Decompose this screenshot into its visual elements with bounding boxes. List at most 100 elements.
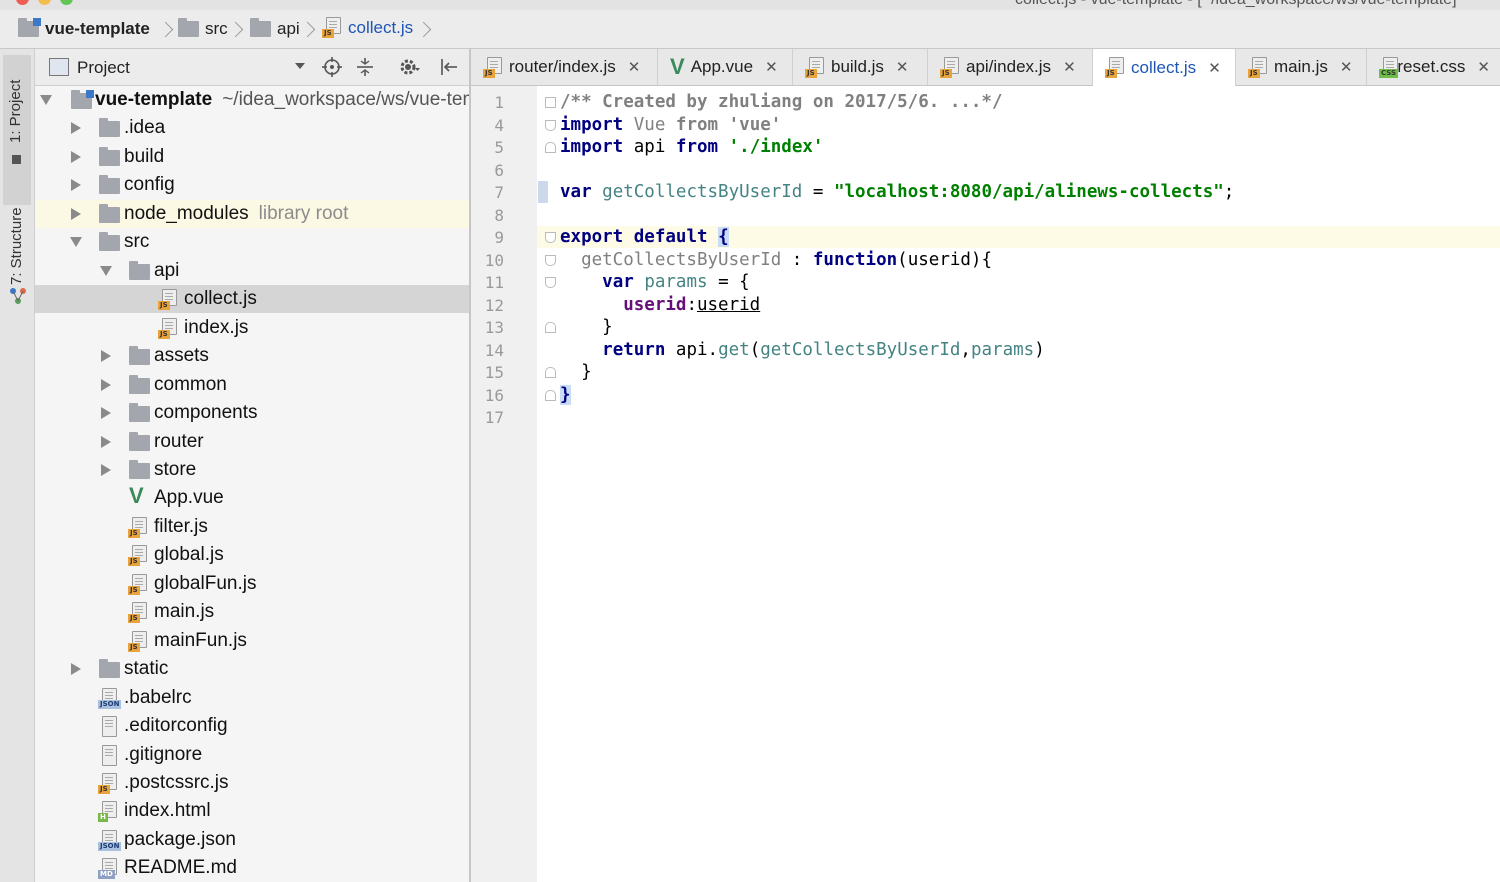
breadcrumb-src[interactable]: src (178, 18, 228, 39)
tree-item-components[interactable]: components (35, 399, 469, 427)
tree-item-package-json[interactable]: JSON package.json (35, 826, 469, 854)
project-panel-title[interactable]: Project (77, 58, 130, 78)
close-tab-icon[interactable]: ✕ (1477, 58, 1490, 76)
tab-reset-css[interactable]: CSS reset.css ✕ (1367, 49, 1500, 85)
tree-item-index-js[interactable]: JS index.js (35, 314, 469, 342)
chevron-down-icon[interactable] (100, 266, 112, 276)
tree-item-src[interactable]: src (35, 228, 469, 256)
tree-item-idea[interactable]: .idea (35, 114, 469, 142)
tree-item-common[interactable]: common (35, 371, 469, 399)
breadcrumb-collect-js[interactable]: JS collect.js (322, 17, 413, 38)
locate-file-icon[interactable] (322, 57, 342, 77)
breadcrumb-project[interactable]: vue-template (18, 18, 150, 39)
tree-item-label: .babelrc (124, 687, 192, 708)
collapse-all-icon[interactable] (355, 57, 375, 77)
breadcrumb-api[interactable]: api (250, 18, 300, 39)
tree-item-gitignore[interactable]: .gitignore (35, 741, 469, 769)
tree-item-label: index.js (184, 317, 249, 338)
tree-item-assets[interactable]: assets (35, 342, 469, 370)
chevron-right-icon[interactable] (71, 208, 81, 220)
code-line-9: export default { (560, 227, 729, 247)
close-tab-icon[interactable]: ✕ (628, 58, 641, 76)
line-number: 5 (494, 138, 504, 157)
fold-icon[interactable] (545, 255, 556, 266)
project-tool-tab[interactable]: 1: Project (3, 55, 31, 205)
code-line-5: import api from './index' (560, 137, 823, 157)
chevron-right-icon[interactable] (71, 663, 81, 675)
hide-panel-icon[interactable] (439, 57, 459, 77)
tree-item-store[interactable]: store (35, 456, 469, 484)
chevron-right-icon[interactable] (71, 122, 81, 134)
tab-router-index-js[interactable]: JS router/index.js ✕ (471, 49, 658, 85)
structure-tool-tab[interactable]: 7: Structure (8, 207, 25, 285)
close-tab-icon[interactable]: ✕ (1063, 58, 1076, 76)
tree-item-babelrc[interactable]: JSON .babelrc (35, 684, 469, 712)
chevron-right-icon[interactable] (101, 464, 111, 476)
tree-item-readme-md[interactable]: MD README.md (35, 854, 469, 882)
navigation-bar: vue-template src api JS collect.js (0, 10, 1500, 49)
expand-fold-icon[interactable] (545, 97, 556, 108)
tree-item-router[interactable]: router (35, 428, 469, 456)
chevron-right-icon[interactable] (101, 379, 111, 391)
fold-end-icon[interactable] (545, 322, 556, 333)
chevron-right-icon[interactable] (101, 407, 111, 419)
close-tab-icon[interactable]: ✕ (1208, 59, 1221, 77)
close-tab-icon[interactable]: ✕ (765, 58, 778, 76)
chevron-right-icon[interactable] (71, 179, 81, 191)
tree-item-config[interactable]: config (35, 171, 469, 199)
fold-icon[interactable] (545, 120, 556, 131)
tree-item-node-modules[interactable]: node_modules library root (35, 200, 469, 228)
chevron-down-icon[interactable] (70, 237, 82, 247)
tree-item-postcssrc-js[interactable]: JS .postcssrc.js (35, 769, 469, 797)
tree-item-mainfun-js[interactable]: JS mainFun.js (35, 627, 469, 655)
js-file-icon: JS (158, 289, 178, 310)
chevron-right-icon[interactable] (101, 350, 111, 362)
project-panel-header: Project (35, 49, 469, 86)
fold-icon[interactable] (545, 277, 556, 288)
fold-end-icon[interactable] (545, 367, 556, 378)
tab-label: collect.js (1131, 57, 1197, 77)
tree-item-main-js[interactable]: JS main.js (35, 598, 469, 626)
close-window-button[interactable] (16, 0, 29, 5)
view-dropdown-icon[interactable] (295, 63, 305, 69)
tab-main-js[interactable]: JS main.js ✕ (1236, 49, 1367, 85)
fold-end-icon[interactable] (545, 390, 556, 401)
keyword: return (602, 340, 666, 360)
chevron-right-icon[interactable] (71, 151, 81, 163)
identifier: getCollectsByUserId (581, 250, 782, 270)
minimize-window-button[interactable] (38, 0, 51, 5)
tab-build-js[interactable]: JS build.js ✕ (793, 49, 928, 85)
keyword: default (633, 227, 708, 247)
tree-item-globalfun-js[interactable]: JS globalFun.js (35, 570, 469, 598)
tree-item-editorconfig[interactable]: .editorconfig (35, 712, 469, 740)
vcs-change-marker[interactable] (538, 181, 548, 203)
tree-item-build[interactable]: build (35, 143, 469, 171)
folder-icon (129, 346, 150, 365)
chevron-right-icon[interactable] (101, 436, 111, 448)
tree-item-app-vue[interactable]: V App.vue (35, 484, 469, 512)
tree-item-index-html[interactable]: H index.html (35, 797, 469, 825)
chevron-down-icon[interactable] (40, 95, 52, 105)
tree-item-vue-template[interactable]: vue-template ~/idea_workspace/ws/vue-temp… (35, 86, 469, 114)
tab-api-index-js[interactable]: JS api/index.js ✕ (928, 49, 1093, 85)
folder-icon (99, 659, 120, 678)
md-file-icon: MD (98, 858, 118, 879)
close-tab-icon[interactable]: ✕ (1340, 58, 1353, 76)
code-line-16: } (560, 385, 571, 405)
close-tab-icon[interactable]: ✕ (896, 58, 909, 76)
identifier: api (633, 137, 666, 157)
fold-end-icon[interactable] (545, 142, 556, 153)
fold-icon[interactable] (545, 232, 556, 243)
html-file-icon: H (98, 801, 118, 822)
tab-app-vue[interactable]: V App.vue ✕ (658, 49, 793, 85)
zoom-window-button[interactable] (60, 0, 73, 5)
tree-item-api[interactable]: api (35, 257, 469, 285)
gear-icon[interactable] (398, 56, 420, 78)
tree-item-filter-js[interactable]: JS filter.js (35, 513, 469, 541)
tree-item-static[interactable]: static (35, 655, 469, 683)
tab-collect-js[interactable]: JS collect.js ✕ (1093, 49, 1236, 86)
tree-item-collect-js[interactable]: JS collect.js (35, 285, 469, 313)
identifier: getCollectsByUserId (760, 340, 961, 360)
tree-item-global-js[interactable]: JS global.js (35, 541, 469, 569)
code-editor[interactable] (537, 86, 1500, 882)
